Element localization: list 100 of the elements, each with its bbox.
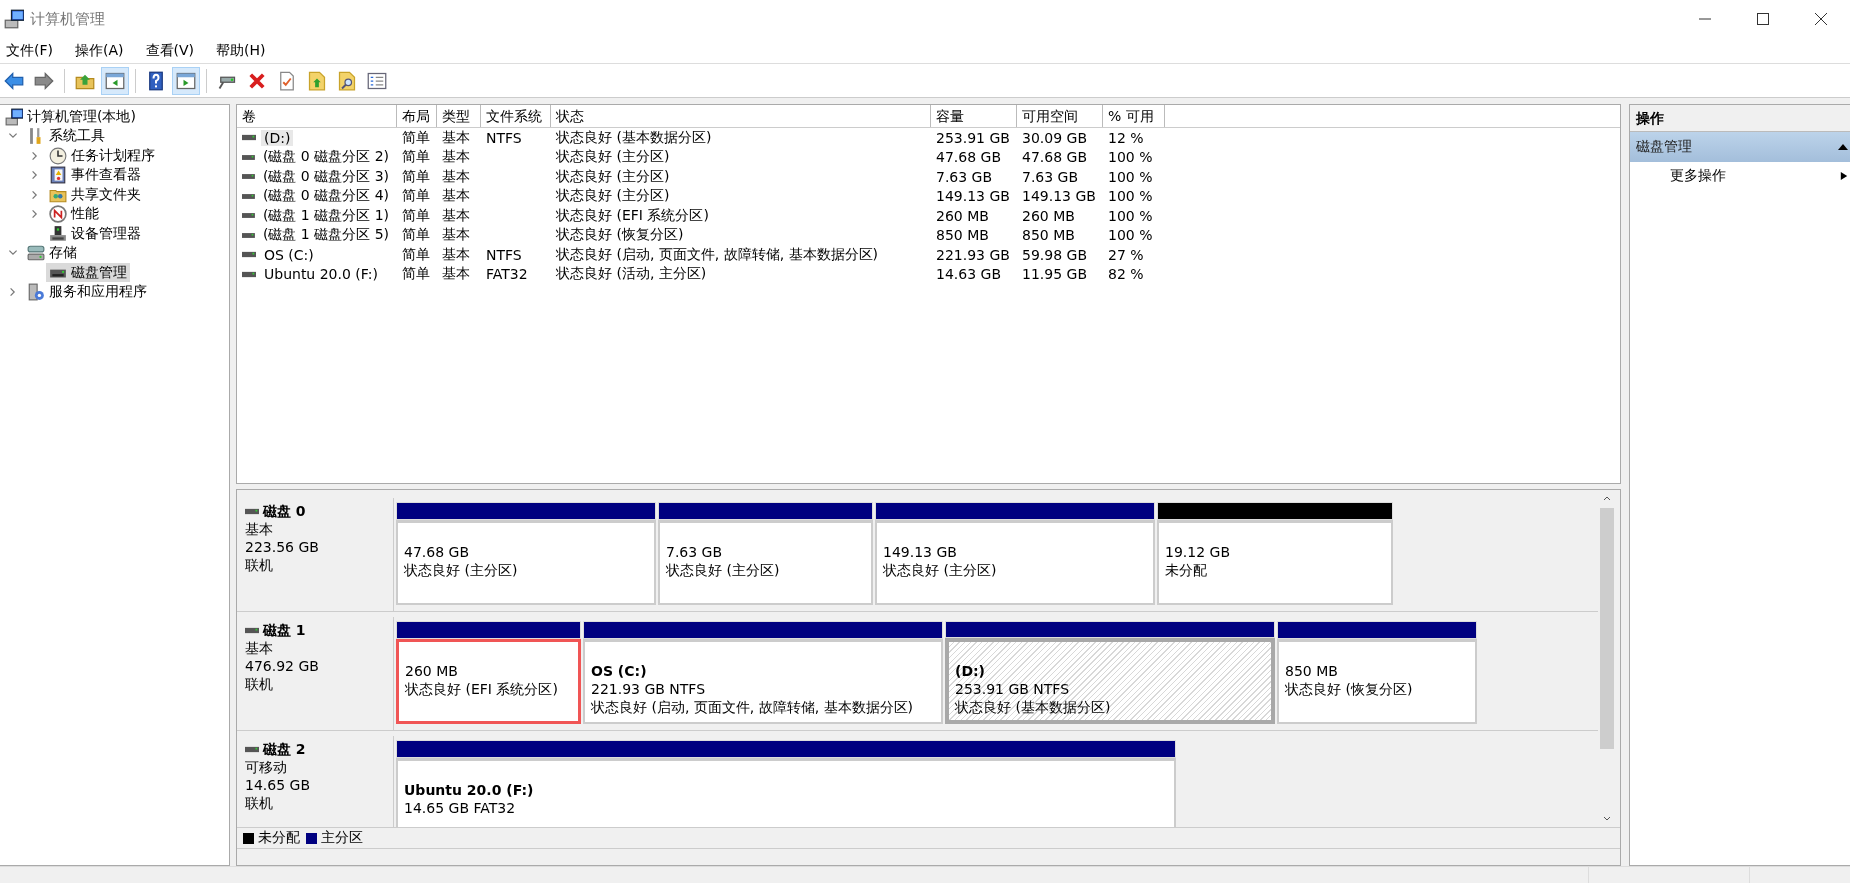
disk-drive-icon [242,172,255,182]
toolbar-button[interactable] [101,66,129,95]
table-cell: 基本 [442,206,470,225]
partition-block[interactable]: 19.12 GB 未分配 [1157,520,1393,605]
storage-icon [27,244,45,263]
disk-drive-icon [242,133,256,143]
table-cell: 状态良好 (主分区) [556,148,670,167]
pane-header: 操作 [1630,105,1850,132]
tree-item[interactable]: 性能 [46,204,102,224]
table-cell: 基本 [442,148,470,167]
menu-item[interactable]: 帮助(H) [210,41,276,60]
table-cell: 简单 [402,148,430,167]
table-cell: 27 % [1108,246,1144,263]
disk-info-panel[interactable]: 磁盘 0 基本 223.56 GB 联机 [237,498,394,611]
table-cell: 100 % [1108,227,1153,244]
tree-item[interactable]: 设备管理器 [46,224,144,244]
partition-size: 19.12 GB [1165,543,1230,561]
tree-item[interactable]: 共享文件夹 [46,185,144,205]
table-cell: 100 % [1108,149,1153,166]
tree-item[interactable]: 事件查看器 [46,165,144,185]
table-cell: 基本 [442,187,470,206]
partition-block[interactable]: 149.13 GB 状态良好 (主分区) [875,520,1155,605]
table-cell: 简单 [402,128,430,147]
table-cell: 简单 [402,167,430,186]
disk-name: 磁盘 2 [263,740,306,758]
computer-icon [4,9,24,29]
menu-item[interactable]: 文件(F) [0,41,63,60]
close-icon [1814,12,1828,26]
folder-export-icon [307,70,327,91]
tree-item[interactable]: 磁盘管理 [46,263,130,283]
partition-status: 状态良好 (主分区) [404,561,518,579]
disk-drive-icon [242,230,255,240]
menu-item[interactable]: 操作(A) [69,41,134,60]
folder-search-icon [337,70,357,91]
table-cell: 基本 [442,245,470,264]
partition-size: 47.68 GB [404,543,469,561]
table-cell: 100 % [1108,168,1153,185]
tree-item[interactable]: 任务计划程序 [46,146,158,166]
partition-block[interactable]: (D:) 253.91 GB NTFS 状态良好 (基本数据分区) [945,638,1275,724]
table-cell: 149.13 GB [936,188,1010,205]
legend-label: 主分区 [321,829,363,847]
event-log-icon [49,166,67,185]
toolbar-button[interactable] [172,66,200,95]
action-section[interactable]: 磁盘管理 [1630,132,1850,162]
partition-block[interactable]: 47.68 GB 状态良好 (主分区) [396,520,656,605]
table-cell: 850 MB [1022,227,1075,244]
partition-status: 状态良好 (主分区) [883,561,997,579]
table-cell[interactable]: (D:) [261,129,294,146]
table-cell[interactable]: OS (C:) [261,246,317,263]
tree-item[interactable]: 计算机管理(本地) [2,107,139,127]
table-cell[interactable]: (磁盘 0 磁盘分区 3) [259,167,392,186]
partition-title: Ubuntu 20.0 (F:) [404,781,534,799]
partition-status: 状态良好 (主分区) [666,561,780,579]
table-cell: 状态良好 (恢复分区) [556,226,684,245]
disk-drive-icon [245,506,259,516]
table-cell: 7.63 GB [1022,168,1079,185]
disk-size: 476.92 GB [245,657,320,675]
table-cell[interactable]: (磁盘 0 磁盘分区 4) [259,187,392,206]
table-cell: 14.63 GB [936,266,1001,283]
disk-size: 14.65 GB [245,776,311,794]
triangle-right-icon [1840,171,1848,181]
partition-block[interactable]: Ubuntu 20.0 (F:) 14.65 GB FAT32 [396,758,1176,827]
disk-size: 223.56 GB [245,538,320,556]
table-cell: 11.95 GB [1022,266,1087,283]
legend-label: 未分配 [258,829,300,847]
partition-block[interactable]: 260 MB 状态良好 (EFI 系统分区) [396,639,581,724]
partition-block[interactable]: 7.63 GB 状态良好 (主分区) [658,520,873,605]
table-cell[interactable]: (磁盘 1 磁盘分区 1) [259,206,392,225]
table-cell: 基本 [442,128,470,147]
table-cell: 简单 [402,226,430,245]
table-cell: 149.13 GB [1022,188,1096,205]
window-title: 计算机管理 [30,9,105,29]
action-item[interactable]: 更多操作 [1630,162,1850,190]
disk-info-panel[interactable]: 磁盘 1 基本 476.92 GB 联机 [237,617,394,730]
table-cell: 状态良好 (主分区) [556,167,670,186]
clock-icon [49,146,67,165]
partition-status: 状态良好 (EFI 系统分区) [405,680,558,698]
table-cell[interactable]: (磁盘 1 磁盘分区 5) [259,226,392,245]
table-cell: 简单 [402,206,430,225]
menu-item[interactable]: 查看(V) [139,41,204,60]
tree-item[interactable]: 服务和应用程序 [24,282,150,302]
services-icon [27,283,45,302]
disk-drive-icon [245,625,259,635]
partition-size: 221.93 GB NTFS [591,680,706,698]
table-cell: 47.68 GB [1022,149,1087,166]
tree-item[interactable]: 存储 [24,243,80,263]
disk-drive-icon [242,191,255,201]
partition-status: 状态良好 (启动, 页面文件, 故障转储, 基本数据分区) [591,698,914,716]
partition-block[interactable]: 850 MB 状态良好 (恢复分区) [1277,639,1477,724]
tree-item[interactable]: 系统工具 [24,126,108,146]
disk-type: 可移动 [245,758,288,776]
disk-type: 基本 [245,520,274,538]
partition-block[interactable]: OS (C:) 221.93 GB NTFS 状态良好 (启动, 页面文件, 故障转储, 基本数据分区) [583,639,943,724]
disk-drive-icon [242,211,255,221]
table-cell[interactable]: (磁盘 0 磁盘分区 2) [259,148,392,167]
table-cell: 260 MB [1022,207,1075,224]
partition-status: 状态良好 (基本数据分区) [955,698,1111,716]
disk-status: 联机 [245,794,274,812]
table-cell: 59.98 GB [1022,246,1087,263]
table-cell[interactable]: Ubuntu 20.0 (F:) [261,266,381,283]
